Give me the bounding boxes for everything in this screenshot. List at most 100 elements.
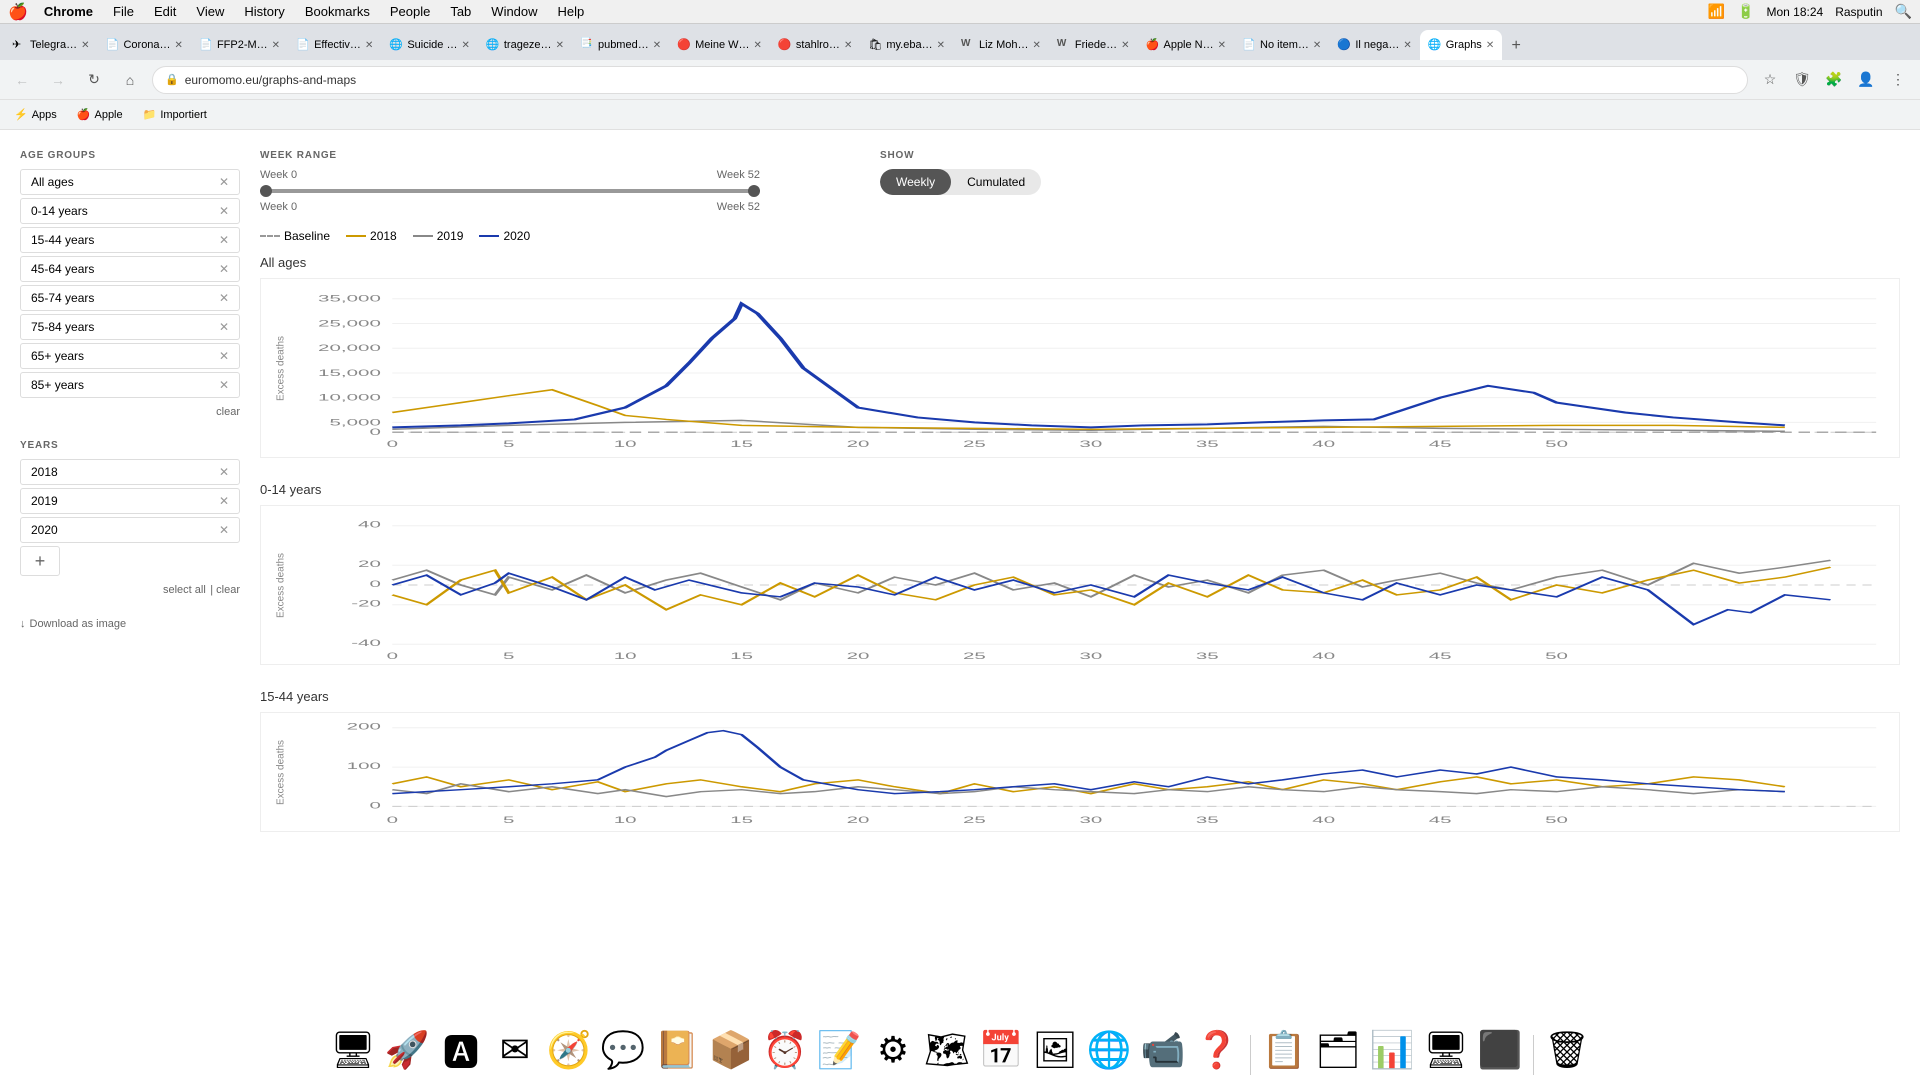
dock-screensaver[interactable]: 🖥 [1421,1025,1471,1075]
tab-close-effective[interactable]: ✕ [365,40,373,51]
bookmark-apps[interactable]: ⚡ Apps [8,106,63,123]
remove-2020[interactable]: ✕ [219,523,229,537]
tab-myebay[interactable]: 🛍 my.eba… ✕ [860,30,953,60]
tab-friede[interactable]: W Friede… ✕ [1049,30,1138,60]
tab-effective[interactable]: 📄 Effectiv… ✕ [288,30,381,60]
remove-45-64[interactable]: ✕ [219,262,229,276]
dock-spreadsheet[interactable]: 📊 [1367,1025,1417,1075]
apple-menu[interactable]: 🍎 [8,2,28,22]
url-bar[interactable]: 🔒 euromomo.eu/graphs-and-maps [152,66,1748,94]
tab-close-myebay[interactable]: ✕ [937,40,945,51]
dock-messages[interactable]: 💬 [598,1025,648,1075]
extensions-button[interactable]: 🧩 [1820,66,1848,94]
tab-corona[interactable]: 📄 Corona… ✕ [97,30,190,60]
range-thumb-left[interactable] [260,185,272,197]
clear-years[interactable]: clear [216,584,240,596]
profile-button[interactable]: 👤 [1852,66,1880,94]
menu-help[interactable]: Help [550,0,593,23]
dock-reminders[interactable]: 📋 [1259,1025,1309,1075]
tab-ffp2[interactable]: 📄 FFP2-M… ✕ [191,30,288,60]
tab-close-ffp2[interactable]: ✕ [272,40,280,51]
tab-suicide[interactable]: 🌐 Suicide … ✕ [381,30,478,60]
bookmark-apple[interactable]: 🍎 Apple [71,106,129,123]
remove-2019[interactable]: ✕ [219,494,229,508]
dock-contacts[interactable]: 📔 [652,1025,702,1075]
tab-close-ilnega[interactable]: ✕ [1403,40,1411,51]
tab-close-graphs[interactable]: ✕ [1486,40,1494,51]
tab-close-friede[interactable]: ✕ [1121,40,1129,51]
remove-0-14[interactable]: ✕ [219,204,229,218]
menu-tab[interactable]: Tab [442,0,479,23]
tab-stahlro[interactable]: 🔴 stahlro… ✕ [770,30,860,60]
dock-maps[interactable]: 🗺 [922,1025,972,1075]
filter-2019[interactable]: 2019 ✕ [20,488,240,514]
menu-view[interactable]: View [188,0,232,23]
tab-close-suicide[interactable]: ✕ [461,40,469,51]
clear-age-groups[interactable]: clear [216,406,240,418]
tab-close-lizmoh[interactable]: ✕ [1033,40,1041,51]
dock-notes[interactable]: 📝 [814,1025,864,1075]
show-cumulated-button[interactable]: Cumulated [951,169,1041,195]
battery-icon[interactable]: 🔋 [1737,3,1754,20]
remove-2018[interactable]: ✕ [219,465,229,479]
forward-button[interactable]: → [44,66,72,94]
dock-appstore[interactable]: 🅰 [436,1025,486,1075]
tab-close-telegram[interactable]: ✕ [81,40,89,51]
filter-85-plus[interactable]: 85+ years ✕ [20,372,240,398]
tab-close-meine[interactable]: ✕ [754,40,762,51]
tab-applen[interactable]: 🍎 Apple N… ✕ [1137,30,1234,60]
remove-65-74[interactable]: ✕ [219,291,229,305]
dock-terminal[interactable]: ⬛ [1475,1025,1525,1075]
remove-65-plus[interactable]: ✕ [219,349,229,363]
menu-people[interactable]: People [382,0,438,23]
dock-trash[interactable]: 🗑 [1542,1025,1592,1075]
search-icon[interactable]: 🔍 [1895,3,1912,20]
tab-close-noitem[interactable]: ✕ [1313,40,1321,51]
menu-dots-button[interactable]: ⋮ [1884,66,1912,94]
wifi-icon[interactable]: 📶 [1708,3,1725,20]
dock-filemanager[interactable]: 🗂 [1313,1025,1363,1075]
tab-close-trageze[interactable]: ✕ [556,40,564,51]
tab-lizmoh[interactable]: W Liz Moh… ✕ [953,30,1049,60]
filter-2020[interactable]: 2020 ✕ [20,517,240,543]
range-slider-track[interactable] [260,189,760,193]
add-year-button[interactable]: + [20,546,60,576]
filter-2018[interactable]: 2018 ✕ [20,459,240,485]
filter-all-ages[interactable]: All ages ✕ [20,169,240,195]
tab-telegram[interactable]: ✈ Telegra… ✕ [4,30,97,60]
dock-prefs[interactable]: ⚙ [868,1025,918,1075]
bookmark-star-button[interactable]: ☆ [1756,66,1784,94]
tab-ilnega[interactable]: 🔵 Il nega… ✕ [1329,30,1419,60]
tab-trageze[interactable]: 🌐 trageze… ✕ [478,30,572,60]
tab-pubmed[interactable]: 📑 pubmed… ✕ [572,30,669,60]
filter-75-84[interactable]: 75-84 years ✕ [20,314,240,340]
dock-photos-app[interactable]: 📦 [706,1025,756,1075]
menu-bookmarks[interactable]: Bookmarks [297,0,378,23]
dock-mail[interactable]: ✉ [490,1025,540,1075]
shield-button[interactable]: 🛡 [1788,66,1816,94]
dock-photos[interactable]: 🖼 [1030,1025,1080,1075]
reload-button[interactable]: ↻ [80,66,108,94]
tab-close-stahlro[interactable]: ✕ [844,40,852,51]
show-weekly-button[interactable]: Weekly [880,169,951,195]
dock-chrome[interactable]: 🌐 [1084,1025,1134,1075]
new-tab-button[interactable]: + [1502,32,1530,60]
tab-close-pubmed[interactable]: ✕ [653,40,661,51]
select-all-years[interactable]: select all [163,584,206,596]
remove-all-ages[interactable]: ✕ [219,175,229,189]
dock-calendar[interactable]: 📅 [976,1025,1026,1075]
bookmark-importiert[interactable]: 📁 Importiert [137,106,213,123]
tab-meine[interactable]: 🔴 Meine W… ✕ [669,30,770,60]
range-thumb-right[interactable] [748,185,760,197]
dock-finder[interactable]: 🖥 [328,1025,378,1075]
menu-edit[interactable]: Edit [146,0,184,23]
menu-window[interactable]: Window [483,0,545,23]
filter-65-plus[interactable]: 65+ years ✕ [20,343,240,369]
filter-0-14[interactable]: 0-14 years ✕ [20,198,240,224]
remove-75-84[interactable]: ✕ [219,320,229,334]
dock-timemachine[interactable]: ⏰ [760,1025,810,1075]
back-button[interactable]: ← [8,66,36,94]
tab-graphs[interactable]: 🌐 Graphs ✕ [1420,30,1502,60]
remove-15-44[interactable]: ✕ [219,233,229,247]
dock-launchpad[interactable]: 🚀 [382,1025,432,1075]
